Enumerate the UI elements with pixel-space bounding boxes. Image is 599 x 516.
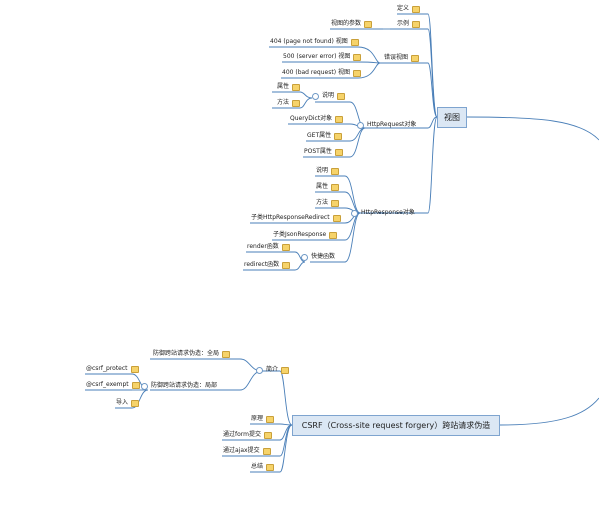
note-icon	[364, 20, 373, 28]
node-resp-desc[interactable]: 说明	[316, 167, 340, 175]
node-get-attr[interactable]: GET属性	[307, 132, 343, 140]
collapse-bubble-icon[interactable]	[256, 366, 263, 374]
note-icon	[353, 53, 362, 61]
node-req-attr[interactable]: 属性	[277, 83, 301, 91]
collapse-bubble-icon[interactable]	[351, 209, 358, 217]
collapse-bubble-icon[interactable]	[357, 121, 364, 129]
note-icon	[334, 148, 343, 156]
node-csrf-protect[interactable]: @csrf_protect	[86, 365, 139, 373]
note-icon	[266, 415, 275, 423]
node-req-method[interactable]: 方法	[277, 99, 301, 107]
note-icon	[412, 5, 421, 13]
note-icon	[282, 261, 291, 269]
node-500-view[interactable]: 500 (server error) 视图	[283, 53, 362, 61]
note-icon	[130, 365, 139, 373]
node-redirect-func[interactable]: redirect函数	[244, 261, 291, 269]
note-icon	[332, 214, 341, 222]
node-400-view[interactable]: 400 (bad request) 视图	[282, 69, 361, 77]
views-root-label: 视图	[444, 113, 460, 122]
node-httprequest[interactable]: HttpRequest对象	[357, 121, 416, 129]
node-csrf-intro[interactable]: 简介	[256, 366, 290, 374]
note-icon	[266, 463, 275, 471]
csrf-root-node[interactable]: CSRF（Cross-site request forgery）跨站请求伪造	[292, 415, 500, 436]
node-render-func[interactable]: render函数	[247, 243, 290, 251]
node-csrf-import[interactable]: 导入	[116, 399, 140, 407]
node-example[interactable]: 示例	[397, 20, 421, 28]
node-csrf-exempt[interactable]: @csrf_exempt	[86, 381, 140, 389]
collapse-bubble-icon[interactable]	[141, 382, 148, 390]
note-icon	[329, 231, 338, 239]
note-icon	[292, 99, 301, 107]
note-icon	[350, 38, 359, 46]
collapse-bubble-icon[interactable]	[312, 92, 319, 100]
note-icon	[131, 381, 140, 389]
note-icon	[331, 167, 340, 175]
node-error-views[interactable]: 错误视图	[384, 54, 420, 62]
node-definition[interactable]: 定义	[397, 5, 421, 13]
node-view-params[interactable]: 视图的参数	[331, 20, 373, 28]
node-csrf-principle[interactable]: 原理	[251, 415, 275, 423]
csrf-root-label: CSRF（Cross-site request forgery）跨站请求伪造	[301, 421, 491, 430]
node-shortcut-funcs[interactable]: 快捷函数	[301, 253, 335, 261]
node-resp-method[interactable]: 方法	[316, 199, 340, 207]
node-404-view[interactable]: 404 (page not found) 视图	[270, 38, 359, 46]
note-icon	[352, 69, 361, 77]
note-icon	[131, 399, 140, 407]
note-icon	[292, 83, 301, 91]
collapse-bubble-icon[interactable]	[301, 253, 308, 261]
views-root-node[interactable]: 视图	[437, 107, 467, 128]
node-post-attr[interactable]: POST属性	[304, 148, 343, 156]
note-icon	[331, 183, 340, 191]
node-resp-attr[interactable]: 属性	[316, 183, 340, 191]
note-icon	[334, 132, 343, 140]
node-httpresponse[interactable]: HttpResponse对象	[351, 209, 415, 217]
node-csrf-ajax[interactable]: 通过ajax提交	[223, 447, 271, 455]
note-icon	[331, 199, 340, 207]
note-icon	[264, 431, 272, 439]
connector-lines	[85, 13, 599, 473]
node-csrf-summary[interactable]: 总结	[251, 463, 275, 471]
node-csrf-global[interactable]: 防御跨站请求伪造：全局	[153, 350, 231, 358]
node-req-desc[interactable]: 说明	[312, 92, 346, 100]
note-icon	[262, 447, 271, 455]
note-icon	[411, 54, 420, 62]
note-icon	[281, 366, 290, 374]
note-icon	[412, 20, 421, 28]
note-icon	[222, 350, 231, 358]
note-icon	[337, 92, 346, 100]
node-json-subclass[interactable]: 子类JsonResponse	[273, 231, 338, 239]
note-icon	[281, 243, 290, 251]
note-icon	[335, 115, 344, 123]
node-querydict[interactable]: QueryDict对象	[290, 115, 344, 123]
node-redirect-subclass[interactable]: 子类HttpResponseRedirect	[251, 214, 341, 222]
node-csrf-local[interactable]: 防御跨站请求伪造：局部	[141, 382, 217, 390]
node-csrf-form[interactable]: 通过form提交	[223, 431, 272, 439]
